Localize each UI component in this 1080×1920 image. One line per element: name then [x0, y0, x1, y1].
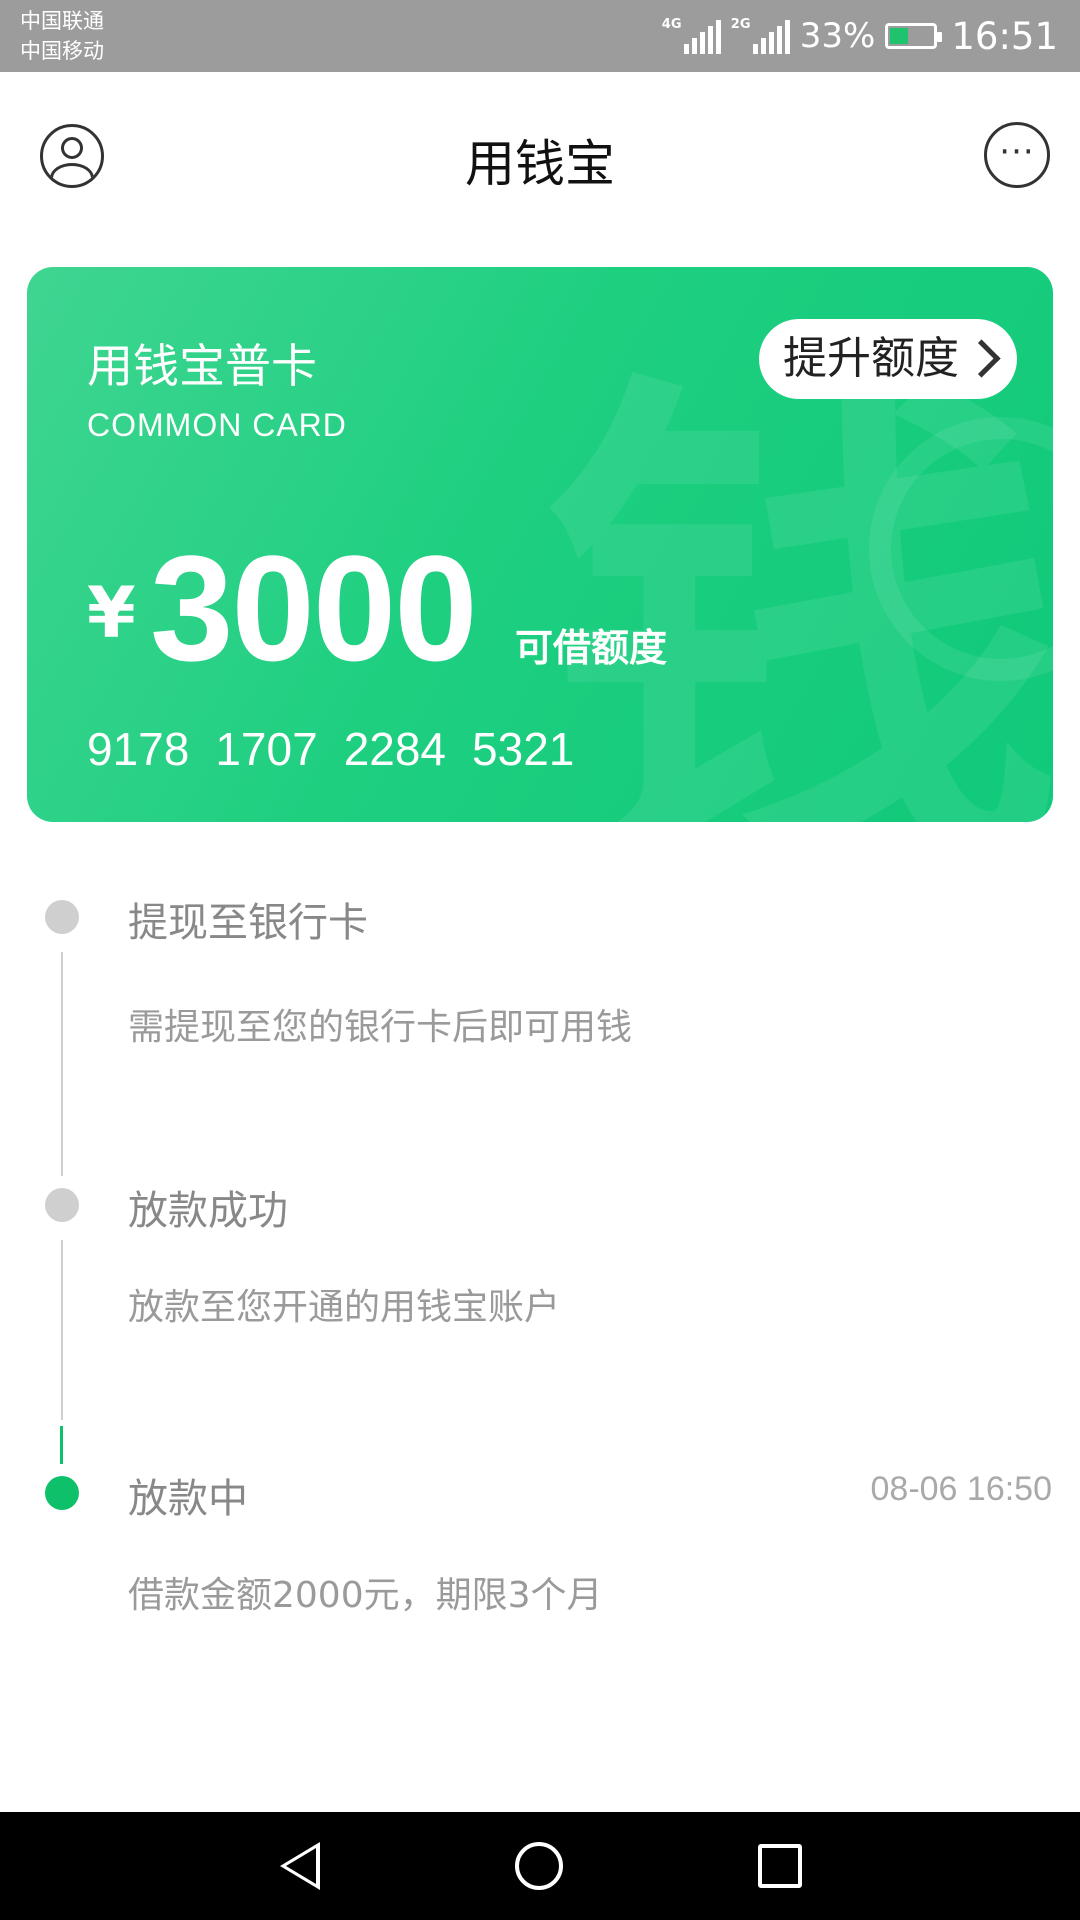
- raise-limit-label: 提升额度: [783, 333, 959, 384]
- signal-2-icon: 2G: [731, 18, 790, 54]
- battery-icon: [885, 23, 943, 49]
- home-icon[interactable]: [515, 1842, 563, 1890]
- card-number-group: 1707: [215, 723, 318, 775]
- carrier-info: 中国联通 中国移动: [20, 6, 104, 66]
- step-title: 提现至银行卡: [128, 900, 368, 946]
- timeline-connector-active: [60, 1426, 63, 1464]
- recent-apps-icon[interactable]: [758, 1844, 802, 1888]
- step-title: 放款中: [128, 1476, 248, 1522]
- chevron-right-icon: [962, 339, 1001, 378]
- battery-percent: 33%: [799, 16, 876, 56]
- clock: 16:51: [951, 14, 1058, 58]
- timeline-connector: [61, 952, 63, 1176]
- timeline-connector: [61, 1240, 63, 1420]
- status-bar: 中国联通 中国移动 4G 2G 33% 16:51: [0, 0, 1080, 72]
- step-description: 借款金额2000元，期限3个月: [128, 1575, 603, 1616]
- page-title: 用钱宝: [465, 135, 615, 193]
- status-indicators: 4G 2G 33% 16:51: [662, 0, 1058, 72]
- app-header: 用钱宝 ···: [0, 72, 1080, 242]
- signal-1-icon: 4G: [662, 18, 721, 54]
- raise-limit-button[interactable]: 提升额度: [759, 319, 1017, 399]
- card-number: 9178 1707 2284 5321: [87, 722, 574, 776]
- card-number-group: 5321: [472, 723, 575, 775]
- system-nav-bar: [0, 1812, 1080, 1920]
- credit-amount-label: 可借额度: [515, 626, 668, 670]
- timeline-dot-active: [45, 1476, 79, 1510]
- carrier-1: 中国联通: [20, 9, 104, 33]
- signal-2-type: 2G: [730, 17, 751, 32]
- card-subtitle: COMMON CARD: [87, 407, 347, 443]
- credit-card[interactable]: 钱 用钱宝普卡 COMMON CARD 提升额度 ¥ 3000 可借额度 917…: [27, 267, 1053, 822]
- step-title: 放款成功: [128, 1188, 288, 1234]
- timeline-dot: [45, 900, 79, 934]
- step-description: 需提现至您的银行卡后即可用钱: [128, 1007, 633, 1048]
- step-time: 08-06 16:50: [870, 1470, 1053, 1508]
- timeline-dot: [45, 1188, 79, 1222]
- credit-amount: 3000: [150, 524, 478, 692]
- back-icon-inner: [286, 1848, 316, 1884]
- card-number-group: 2284: [343, 723, 447, 775]
- currency-symbol: ¥: [87, 572, 136, 654]
- card-number-group: 9178: [87, 723, 190, 775]
- carrier-2: 中国移动: [20, 39, 104, 63]
- step-description: 放款至您开通的用钱宝账户: [128, 1287, 561, 1328]
- signal-1-type: 4G: [661, 17, 682, 32]
- card-name: 用钱宝普卡: [87, 339, 317, 393]
- card-watermark: 钱: [543, 334, 1053, 822]
- more-options-icon[interactable]: ···: [984, 122, 1050, 188]
